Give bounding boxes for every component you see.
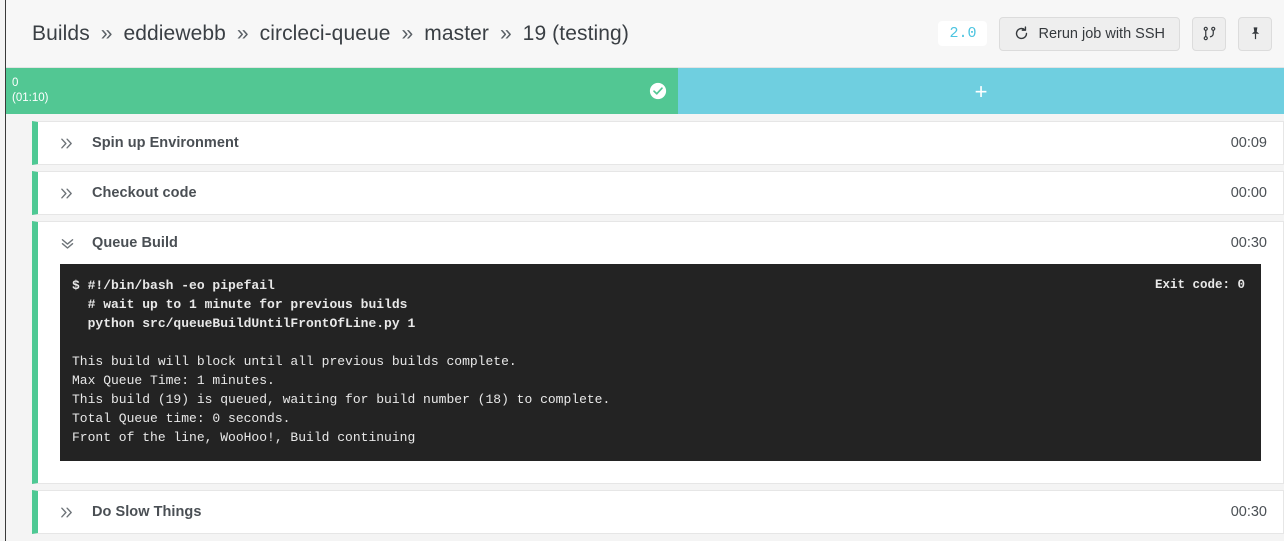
pin-icon — [1248, 26, 1263, 41]
terminal-command-line-2: python src/queueBuildUntilFrontOfLine.py… — [72, 316, 416, 331]
step-header[interactable]: Checkout code 00:00 — [38, 172, 1283, 214]
terminal-command-block: $ #!/bin/bash -eo pipefail # wait up to … — [72, 276, 415, 333]
build-page: Builds » eddiewebb » circleci-queue » ma… — [0, 0, 1284, 541]
step-header[interactable]: Spin up Environment 00:09 — [38, 122, 1283, 164]
chevron-double-right-icon — [56, 136, 78, 151]
steps-list: Spin up Environment 00:09 Checkout code … — [32, 121, 1284, 540]
terminal-output-line-0: This build will block until all previous… — [72, 354, 517, 369]
branch-button[interactable] — [1192, 16, 1226, 51]
build-timeline: 0 (01:10) + — [6, 68, 1284, 114]
breadcrumb-separator: » — [499, 21, 512, 45]
rerun-job-with-ssh-label: Rerun job with SSH — [1038, 25, 1165, 42]
step-name: Queue Build — [92, 235, 178, 251]
step-name: Do Slow Things — [92, 504, 202, 520]
breadcrumb-separator: » — [236, 21, 249, 45]
terminal-command-line-0: $ #!/bin/bash -eo pipefail — [72, 278, 275, 293]
breadcrumb-separator: » — [401, 21, 414, 45]
step-duration: 00:30 — [1230, 235, 1267, 251]
timeline-segment-labels: 0 (01:10) — [6, 76, 48, 106]
step-row-expanded: Queue Build 00:30 $ #!/bin/bash -eo pipe… — [32, 221, 1284, 484]
step-header[interactable]: Do Slow Things 00:30 — [38, 491, 1283, 533]
step-output-wrapper: $ #!/bin/bash -eo pipefail # wait up to … — [38, 264, 1283, 483]
step-name: Checkout code — [92, 185, 197, 201]
breadcrumb-item-repo[interactable]: circleci-queue — [260, 22, 391, 45]
breadcrumb-item-builds[interactable]: Builds — [32, 22, 90, 45]
terminal-output-lines: This build will block until all previous… — [72, 352, 1245, 447]
step-row: Spin up Environment 00:09 — [32, 121, 1284, 165]
exit-code-label: Exit code: 0 — [1154, 278, 1245, 292]
chevron-double-right-icon — [56, 505, 78, 520]
plus-icon: + — [974, 79, 988, 104]
step-row: Do Slow Things 00:30 — [32, 490, 1284, 534]
step-duration: 00:30 — [1230, 504, 1267, 520]
breadcrumb-separator: » — [100, 21, 113, 45]
step-name: Spin up Environment — [92, 135, 239, 151]
header-actions: 2.0 Rerun job with SSH — [938, 16, 1272, 51]
breadcrumb-item-branch[interactable]: master — [424, 22, 489, 45]
branch-icon — [1202, 26, 1217, 41]
chevron-double-right-icon — [56, 186, 78, 201]
breadcrumb-item-org[interactable]: eddiewebb — [123, 22, 226, 45]
terminal-output-line-4: Front of the line, WooHoo!, Build contin… — [72, 430, 416, 445]
terminal-command-line-1: # wait up to 1 minute for previous build… — [72, 297, 408, 312]
timeline-segment-index: 0 — [12, 77, 19, 89]
chevron-double-down-icon — [56, 236, 78, 251]
check-circle-icon — [649, 82, 667, 100]
timeline-add-segment[interactable]: + — [678, 68, 1284, 114]
collapsed-sidebar-rail — [0, 0, 6, 541]
step-header[interactable]: Queue Build 00:30 — [38, 222, 1283, 264]
step-row: Checkout code 00:00 — [32, 171, 1284, 215]
config-version-badge: 2.0 — [938, 21, 988, 46]
breadcrumb: Builds » eddiewebb » circleci-queue » ma… — [32, 22, 629, 46]
rerun-job-with-ssh-button[interactable]: Rerun job with SSH — [999, 16, 1180, 51]
step-duration: 00:09 — [1230, 135, 1267, 151]
breadcrumb-item-build[interactable]: 19 (testing) — [523, 22, 629, 45]
pin-button[interactable] — [1238, 16, 1272, 51]
terminal-output[interactable]: $ #!/bin/bash -eo pipefail # wait up to … — [60, 264, 1261, 461]
timeline-segment-duration: (01:10) — [12, 92, 49, 104]
page-header: Builds » eddiewebb » circleci-queue » ma… — [6, 0, 1284, 68]
steps-scroll-area[interactable]: Spin up Environment 00:09 Checkout code … — [6, 114, 1284, 541]
step-duration: 00:00 — [1230, 185, 1267, 201]
timeline-segment-completed[interactable]: 0 (01:10) — [6, 68, 678, 114]
refresh-icon — [1014, 26, 1029, 41]
terminal-output-line-1: Max Queue Time: 1 minutes. — [72, 373, 275, 388]
terminal-command-header: $ #!/bin/bash -eo pipefail # wait up to … — [72, 276, 1245, 333]
terminal-output-line-3: Total Queue time: 0 seconds. — [72, 411, 291, 426]
terminal-output-line-2: This build (19) is queued, waiting for b… — [72, 392, 611, 407]
